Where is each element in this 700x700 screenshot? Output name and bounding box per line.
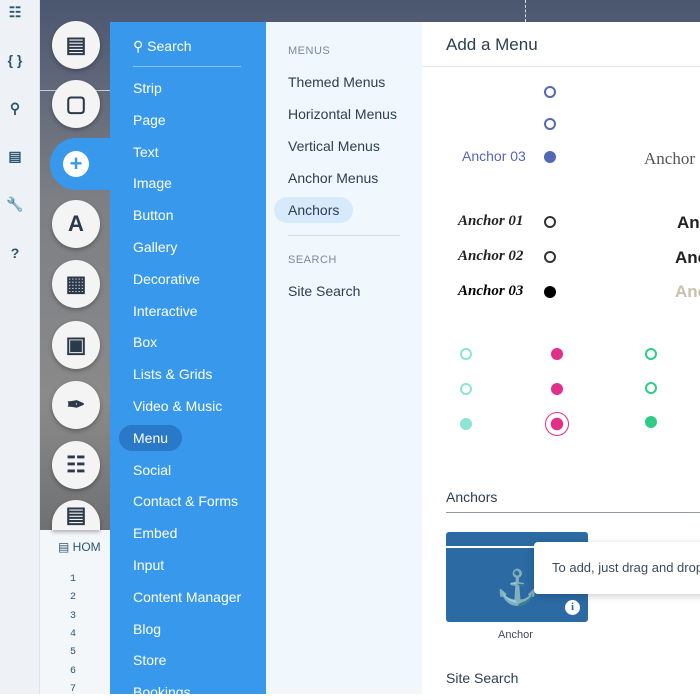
category-bookings[interactable]: Bookings	[133, 684, 191, 700]
anchor-menu-preview-3-item[interactable]: Anchor 02	[458, 248, 523, 265]
panel-title: Add a Menu	[446, 35, 538, 54]
info-icon[interactable]: i	[565, 600, 580, 615]
tooltip: To add, just drag and drop	[534, 542, 700, 594]
line-number: 3	[70, 610, 77, 622]
category-page[interactable]: Page	[133, 112, 166, 128]
anchor-dot-icon[interactable]	[460, 348, 472, 360]
anchor-icon: ⚓	[496, 569, 539, 607]
plus-icon: +	[63, 151, 89, 177]
submenu-item-site-search[interactable]: Site Search	[288, 283, 360, 299]
anchor-dot-icon	[544, 151, 556, 163]
anchor-item-label: Anchor	[498, 629, 533, 641]
tooltip-text: To add, just drag and drop	[552, 560, 700, 575]
anchor-dot-icon	[544, 86, 556, 98]
pages-button[interactable]: ▤	[52, 21, 100, 69]
anchor-menu-preview-4-item[interactable]: Anc	[675, 248, 700, 268]
category-blog[interactable]: Blog	[133, 621, 161, 637]
left-toolbar: ☷ { } ⚲ ▤ 🔧 ?	[0, 0, 40, 694]
submenu-item-vertical-menus[interactable]: Vertical Menus	[288, 138, 380, 154]
line-number: 6	[70, 665, 77, 677]
category-social[interactable]: Social	[133, 462, 171, 478]
anchor-menu-preview-4-item[interactable]: Anc	[675, 282, 700, 302]
background-button[interactable]: ▢	[52, 80, 100, 128]
apps-button[interactable]: ▦	[52, 260, 100, 308]
anchor-dot-icon[interactable]	[551, 383, 563, 395]
anchor-dot-icon	[544, 251, 556, 263]
line-number: 2	[70, 592, 77, 604]
category-video-music[interactable]: Video & Music	[133, 398, 222, 414]
category-button[interactable]: Button	[133, 207, 173, 223]
anchor-menu-preview-2[interactable]: Anchor	[644, 149, 695, 169]
anchors-section-title: Anchors	[446, 489, 498, 505]
search-input[interactable]: ⚲ Search	[133, 38, 192, 55]
search-placeholder: Search	[147, 38, 192, 54]
category-image[interactable]: Image	[133, 175, 172, 191]
bookings-button[interactable]: ☷	[52, 441, 100, 489]
category-menu[interactable]: Menu	[119, 424, 183, 451]
line-number: 4	[70, 628, 77, 640]
menus-header: MENUS	[288, 45, 331, 57]
preview-panel: Add a Menu Anchor 03 Anchor Anchor 01 An…	[422, 22, 700, 694]
help-icon[interactable]: ?	[0, 245, 30, 261]
anchor-dot-icon[interactable]	[551, 348, 563, 360]
submenu-item-themed-menus[interactable]: Themed Menus	[288, 74, 385, 90]
submenu-panel: MENUS Themed Menus Horizontal Menus Vertic…	[266, 22, 422, 694]
page-tab[interactable]: ▤ HOM	[58, 540, 101, 554]
media-button[interactable]: ▣	[52, 321, 100, 369]
anchor-dot-icon	[544, 286, 556, 298]
anchor-dot-icon[interactable]	[645, 382, 657, 394]
page-code-icon[interactable]: ☷	[0, 4, 30, 21]
category-lists-grids[interactable]: Lists & Grids	[133, 366, 212, 382]
category-strip[interactable]: Strip	[133, 80, 162, 96]
search-icon: ⚲	[133, 38, 144, 54]
submenu-item-anchors[interactable]: Anchors	[274, 197, 354, 223]
category-store[interactable]: Store	[133, 652, 166, 668]
line-number: 5	[70, 647, 77, 659]
search-header: SEARCH	[288, 254, 337, 266]
category-contact-forms[interactable]: Contact & Forms	[133, 493, 238, 509]
anchor-dot-icon[interactable]	[645, 348, 657, 360]
anchor-menu-preview-3-item[interactable]: Anchor 03	[458, 283, 523, 300]
category-interactive[interactable]: Interactive	[133, 303, 198, 319]
blog-button[interactable]: ✒	[52, 381, 100, 429]
table-icon[interactable]: ▤	[0, 148, 30, 165]
search-icon[interactable]: ⚲	[0, 100, 30, 117]
anchor-dot-icon[interactable]	[645, 416, 657, 428]
category-box[interactable]: Box	[133, 334, 157, 350]
wrench-icon[interactable]: 🔧	[0, 196, 30, 213]
category-text[interactable]: Text	[133, 144, 159, 160]
anchor-dot-icon[interactable]	[460, 418, 472, 430]
category-embed[interactable]: Embed	[133, 525, 177, 541]
design-button[interactable]: A	[52, 200, 100, 248]
category-decorative[interactable]: Decorative	[133, 271, 200, 287]
anchor-dot-icon	[544, 118, 556, 130]
anchor-dot-icon[interactable]	[460, 383, 472, 395]
anchor-menu-preview-1[interactable]: Anchor 03	[462, 148, 526, 164]
anchor-menu-preview-3-item[interactable]: Anchor 01	[458, 213, 523, 230]
add-panel-categories: ⚲ Search Strip Page Text Image Button Gallery…	[110, 22, 266, 700]
category-gallery[interactable]: Gallery	[133, 239, 177, 255]
submenu-item-anchor-menus[interactable]: Anchor Menus	[288, 170, 378, 186]
line-number: 1	[70, 574, 77, 585]
site-search-section-title: Site Search	[446, 670, 519, 686]
page-name: HOM	[72, 540, 101, 554]
line-number: 7	[70, 683, 77, 695]
anchor-dot-icon[interactable]	[545, 412, 569, 436]
anchor-menu-preview-4-item[interactable]: Anc	[677, 213, 700, 233]
category-input[interactable]: Input	[133, 557, 164, 573]
anchor-dot-icon	[544, 216, 556, 228]
category-content-manager[interactable]: Content Manager	[133, 589, 241, 605]
braces-icon[interactable]: { }	[0, 52, 30, 68]
submenu-item-horizontal-menus[interactable]: Horizontal Menus	[288, 106, 397, 122]
